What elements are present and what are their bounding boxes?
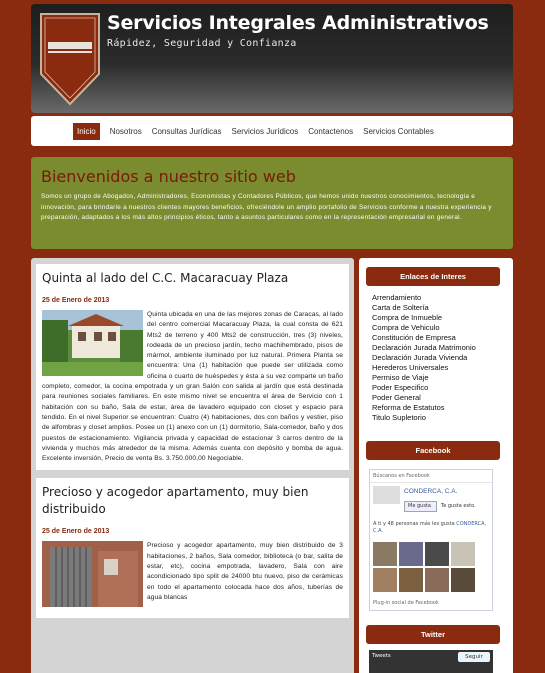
links-widget-title: Enlaces de Interes — [366, 267, 500, 286]
site-title: Servicios Integrales Administrativos — [107, 12, 489, 34]
nav-item-servicios-juridicos[interactable]: Servicios Jurídicos — [232, 127, 299, 136]
facebook-plugin-text: Plug-in social de Facebook — [373, 600, 439, 606]
posts-column: Quinta al lado del C.C. Macaracuay Plaza… — [31, 258, 354, 673]
sidebar: Enlaces de Interes Arrendamiento Carta d… — [359, 258, 513, 673]
post-date: 25 de Enero de 2013 — [42, 528, 110, 536]
post-title[interactable]: Quinta al lado del C.C. Macaracuay Plaza — [42, 270, 343, 287]
fan-avatar[interactable] — [451, 542, 475, 566]
fan-avatar[interactable] — [451, 568, 475, 592]
fan-avatar[interactable] — [373, 568, 397, 592]
fan-avatar[interactable] — [399, 568, 423, 592]
link-item[interactable]: Arrendamiento — [372, 293, 513, 303]
house-photo-icon[interactable] — [42, 310, 143, 376]
post: Precioso y acogedor apartamento, muy bie… — [36, 478, 349, 619]
link-item[interactable]: Carta de Soltería — [372, 303, 513, 313]
twitter-timeline: Tweets Seguir — [369, 650, 493, 673]
site-tagline: Rápidez, Seguridad y Confianza — [107, 38, 297, 49]
post-date: 25 de Enero de 2013 — [42, 297, 110, 304]
facebook-fans-text: A ti y 48 personas más les gusta — [373, 521, 455, 527]
welcome-title: Bienvenidos a nuestro sitio web — [41, 167, 296, 186]
link-item[interactable]: Declaración Jurada Matrimonio — [372, 343, 513, 353]
facebook-widget-title: Facebook — [366, 441, 500, 460]
nav-item-nosotros[interactable]: Nosotros — [110, 127, 142, 136]
logo-shield-icon[interactable] — [39, 12, 101, 106]
nav-item-consultas-juridicas[interactable]: Consultas Jurídicas — [152, 127, 222, 136]
twitter-follow-button[interactable]: Seguir — [458, 652, 490, 662]
link-item[interactable]: Herederos Universales — [372, 363, 513, 373]
fan-avatar[interactable] — [425, 542, 449, 566]
main-nav: Inicio Nosotros Consultas Jurídicas Serv… — [31, 116, 513, 146]
post-title[interactable]: Precioso y acogedor apartamento, muy bie… — [42, 484, 343, 518]
apartment-photo-icon[interactable] — [42, 541, 143, 608]
link-item[interactable]: Titulo Supletorio — [372, 413, 513, 423]
link-item[interactable]: Poder General — [372, 393, 513, 403]
facebook-like-box: Búscanos en Facebook CONDERCA, C.A. Me g… — [369, 469, 493, 611]
link-item[interactable]: Poder Especifico — [372, 383, 513, 393]
twitter-widget-title: Twitter — [366, 625, 500, 644]
facebook-fans-count: A ti y 48 personas más les gusta CONDERC… — [373, 521, 491, 535]
facebook-box-header: Búscanos en Facebook — [370, 470, 492, 483]
facebook-faces — [373, 542, 475, 592]
link-item[interactable]: Declaración Jurada Vivienda — [372, 353, 513, 363]
facebook-page-name[interactable]: CONDERCA, C.A. — [404, 488, 457, 495]
nav-item-servicios-contables[interactable]: Servicios Contables — [363, 127, 434, 136]
twitter-tweets-label: Tweets — [372, 653, 391, 659]
link-item[interactable]: Compra de Inmueble — [372, 313, 513, 323]
links-list: Arrendamiento Carta de Soltería Compra d… — [359, 286, 513, 423]
link-item[interactable]: Permiso de Viaje — [372, 373, 513, 383]
fan-avatar[interactable] — [425, 568, 449, 592]
welcome-banner: Bienvenidos a nuestro sitio web Somos un… — [31, 157, 513, 249]
link-item[interactable]: Compra de Vehiculo — [372, 323, 513, 333]
link-item[interactable]: Constitución de Empresa — [372, 333, 513, 343]
facebook-like-button[interactable]: Me gusta — [404, 501, 437, 512]
nav-item-inicio[interactable]: Inicio — [73, 122, 100, 140]
fan-avatar[interactable] — [373, 542, 397, 566]
facebook-likes-text: Te gusta esto. — [441, 503, 476, 509]
site-header: Servicios Integrales Administrativos Ráp… — [31, 4, 513, 113]
post: Quinta al lado del C.C. Macaracuay Plaza… — [36, 264, 349, 471]
welcome-text: Somos un grupo de Abogados, Administrado… — [41, 193, 492, 221]
facebook-page-avatar[interactable] — [373, 486, 400, 504]
fan-avatar[interactable] — [399, 542, 423, 566]
link-item[interactable]: Reforma de Estatutos — [372, 403, 513, 413]
nav-item-contactenos[interactable]: Contactenos — [308, 127, 353, 136]
